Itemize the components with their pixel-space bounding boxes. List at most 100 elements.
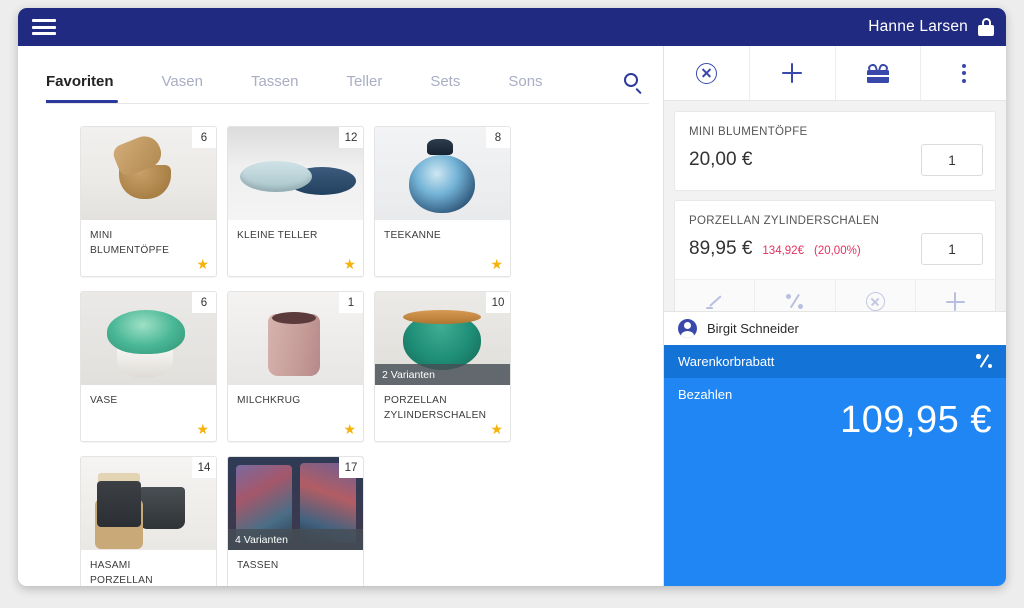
product-name: PORZELLAN ZYLINDERSCHALEN bbox=[384, 395, 487, 421]
header-right-group: Hanne Larsen bbox=[868, 18, 994, 36]
cart-toolbar bbox=[664, 46, 1006, 101]
dot bbox=[961, 71, 966, 75]
favorite-star-icon[interactable]: ★ bbox=[343, 422, 356, 436]
product-card[interactable]: 6 VASE ★ bbox=[80, 291, 217, 442]
cart-item-name: PORZELLAN ZYLINDERSCHALEN bbox=[689, 215, 880, 227]
product-name: HASAMI PORZELLAN ZUCKERTOPF bbox=[90, 560, 153, 586]
edit-pencil-icon bbox=[706, 293, 723, 310]
product-card-body: TEEKANNE ★ bbox=[375, 220, 510, 276]
product-name: MINI BLUMENTÖPFE bbox=[90, 230, 170, 256]
product-image: 6 bbox=[81, 127, 216, 220]
item-discount-button[interactable] bbox=[755, 280, 836, 311]
remove-item-button[interactable] bbox=[836, 280, 916, 311]
plus-icon bbox=[945, 292, 965, 311]
cart-item-name: MINI BLUMENTÖPFE bbox=[689, 126, 808, 138]
edit-item-button[interactable] bbox=[675, 280, 756, 311]
category-tabbar: Favoriten Vasen Tassen Teller Sets Sons bbox=[18, 46, 663, 103]
tab-favoriten[interactable]: Favoriten bbox=[46, 73, 118, 103]
stock-badge: 14 bbox=[192, 457, 216, 478]
cart-item-price-group: 20,00 € bbox=[689, 149, 752, 171]
product-card-body: TASSEN ★ bbox=[228, 550, 363, 586]
increase-item-button[interactable] bbox=[916, 280, 995, 311]
product-image: 12 bbox=[228, 127, 363, 220]
hamburger-bar bbox=[32, 32, 56, 35]
hamburger-menu-icon[interactable] bbox=[32, 17, 56, 37]
search-ring bbox=[624, 73, 638, 87]
product-grid-wrapper: 6 MINI BLUMENTÖPFE ★ 12 KLEINE TELLER ★ … bbox=[18, 104, 663, 586]
cart-item-price: 20,00 € bbox=[689, 149, 753, 170]
more-vertical-icon bbox=[961, 63, 966, 83]
dot bbox=[961, 78, 966, 83]
app-header: Hanne Larsen bbox=[18, 8, 1006, 46]
hamburger-bar bbox=[32, 19, 56, 22]
percent-dot bbox=[976, 354, 981, 359]
stock-badge: 12 bbox=[339, 127, 363, 148]
product-name: TEEKANNE bbox=[384, 230, 441, 241]
product-card[interactable]: 14 HASAMI PORZELLAN ZUCKERTOPF ★ bbox=[80, 456, 217, 586]
favorite-star-icon[interactable]: ★ bbox=[196, 257, 209, 271]
current-user-name: Hanne Larsen bbox=[868, 18, 968, 35]
tab-vasen[interactable]: Vasen bbox=[162, 73, 203, 103]
product-image: 17 4 Varianten bbox=[228, 457, 363, 550]
variant-badge: 4 Varianten bbox=[228, 529, 363, 550]
percent-dot bbox=[987, 363, 992, 368]
person-icon bbox=[678, 318, 697, 338]
search-glyph bbox=[624, 73, 643, 95]
order-total: 109,95 € bbox=[840, 398, 992, 441]
gift-voucher-button[interactable] bbox=[836, 46, 922, 100]
tab-sets[interactable]: Sets bbox=[430, 73, 460, 103]
cart-item-price-group: 89,95 € 134,92€ (20,00%) bbox=[689, 238, 861, 260]
product-image: 14 bbox=[81, 457, 216, 550]
search-handle bbox=[635, 87, 642, 95]
product-name: VASE bbox=[90, 395, 118, 406]
product-image: 1 bbox=[228, 292, 363, 385]
product-card-body: HASAMI PORZELLAN ZUCKERTOPF ★ bbox=[81, 550, 216, 586]
customer-row[interactable]: Birgit Schneider bbox=[664, 310, 1006, 345]
product-card[interactable]: 6 MINI BLUMENTÖPFE ★ bbox=[80, 126, 217, 277]
plus-icon bbox=[782, 63, 803, 83]
product-card-body: KLEINE TELLER ★ bbox=[228, 220, 363, 276]
pay-button[interactable]: Bezahlen 109,95 € bbox=[664, 377, 1006, 586]
product-card[interactable]: 8 TEEKANNE ★ bbox=[374, 126, 511, 277]
dot bbox=[961, 63, 966, 68]
product-name: MILCHKRUG bbox=[237, 395, 301, 406]
product-image: 8 bbox=[375, 127, 510, 220]
product-card[interactable]: 17 4 Varianten TASSEN ★ bbox=[227, 456, 364, 586]
cart-item-actions bbox=[675, 279, 995, 311]
favorite-star-icon[interactable]: ★ bbox=[343, 257, 356, 271]
cart-discount-button[interactable]: Warenkorbrabatt bbox=[664, 344, 1006, 378]
product-card[interactable]: 10 2 Varianten PORZELLAN ZYLINDERSCHALEN… bbox=[374, 291, 511, 442]
lock-body bbox=[978, 25, 994, 36]
product-card[interactable]: 12 KLEINE TELLER ★ bbox=[227, 126, 364, 277]
lock-icon[interactable] bbox=[978, 18, 994, 36]
product-card[interactable]: 1 MILCHKRUG ★ bbox=[227, 291, 364, 442]
cart-item[interactable]: MINI BLUMENTÖPFE 20,00 € 1 bbox=[674, 111, 996, 191]
cart-item-selected[interactable]: PORZELLAN ZYLINDERSCHALEN 89,95 € 134,92… bbox=[674, 200, 996, 311]
quantity-stepper[interactable]: 1 bbox=[921, 144, 983, 176]
cart-item-original-price: 134,92€ bbox=[762, 245, 804, 257]
percent-icon bbox=[976, 353, 992, 369]
tab-tassen[interactable]: Tassen bbox=[251, 73, 299, 103]
cart-panel: MINI BLUMENTÖPFE 20,00 € 1 PORZELLAN ZYL… bbox=[663, 46, 1006, 586]
percent-dot bbox=[786, 294, 792, 299]
favorite-star-icon[interactable]: ★ bbox=[490, 422, 503, 436]
cart-item-list: MINI BLUMENTÖPFE 20,00 € 1 PORZELLAN ZYL… bbox=[664, 101, 1006, 311]
favorite-star-icon[interactable]: ★ bbox=[490, 257, 503, 271]
category-tabs: Favoriten Vasen Tassen Teller Sets Sons bbox=[46, 46, 622, 103]
favorite-star-icon[interactable]: ★ bbox=[196, 422, 209, 436]
catalog-panel: Favoriten Vasen Tassen Teller Sets Sons bbox=[18, 46, 663, 586]
pos-app-window: Hanne Larsen Favoriten Vasen Tassen Tell… bbox=[18, 8, 1006, 586]
add-item-button[interactable] bbox=[750, 46, 836, 100]
stock-badge: 6 bbox=[192, 127, 216, 148]
cart-item-price: 89,95 € bbox=[689, 238, 753, 259]
tab-sonstiges[interactable]: Sons bbox=[508, 73, 542, 103]
tab-teller[interactable]: Teller bbox=[346, 73, 382, 103]
stock-badge: 17 bbox=[339, 457, 363, 478]
stock-badge: 8 bbox=[486, 127, 510, 148]
product-name: TASSEN bbox=[237, 560, 279, 571]
cancel-order-button[interactable] bbox=[664, 46, 750, 100]
quantity-stepper[interactable]: 1 bbox=[921, 233, 983, 265]
more-options-button[interactable] bbox=[921, 46, 1006, 100]
percent-icon bbox=[786, 293, 804, 310]
search-icon[interactable] bbox=[622, 73, 649, 103]
